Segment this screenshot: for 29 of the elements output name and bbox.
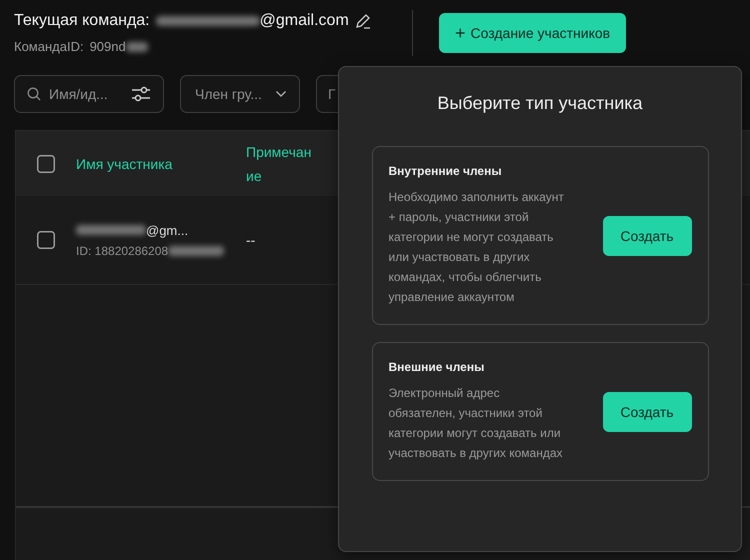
team-id: 909nd bbox=[90, 39, 126, 54]
member-id: ID: 18820286208 bbox=[76, 244, 168, 258]
member-email: @gm... bbox=[146, 222, 188, 238]
team-label: Текущая команда: bbox=[14, 12, 150, 30]
chevron-down-icon bbox=[275, 90, 287, 98]
dropdown[interactable]: Член гру... bbox=[180, 75, 300, 113]
blurred-text bbox=[126, 42, 148, 52]
create-button[interactable]: Создать bbox=[602, 392, 692, 432]
create-button[interactable]: Создать bbox=[602, 216, 692, 256]
create-members-button[interactable]: + Создание участников bbox=[439, 13, 626, 53]
table-cell-text: -- bbox=[246, 232, 256, 248]
edit-icon[interactable] bbox=[354, 13, 371, 29]
popup-title: Выберите тип участника bbox=[437, 93, 643, 114]
checkbox[interactable] bbox=[37, 231, 55, 249]
team-email: @gmail.com bbox=[260, 12, 349, 30]
column-header[interactable]: Примечание bbox=[246, 140, 318, 188]
option-description: Электронный адрес обязателен, участники этой категории могут создавать или участвовать в других командах bbox=[388, 385, 564, 462]
blurred-text bbox=[168, 246, 224, 256]
option-description: Необходимо заполнить аккаунт + пароль, участники этой категории не могут создавать или участвовать в других командах, чтобы облегчить управление аккаунтом bbox=[388, 189, 565, 306]
search-field[interactable]: Имя/ид... bbox=[14, 75, 164, 113]
blurred-text bbox=[76, 225, 146, 235]
search-icon bbox=[27, 87, 41, 101]
column-header[interactable]: Имя участника bbox=[76, 152, 246, 176]
dropdown[interactable]: Г bbox=[316, 75, 338, 113]
option-title: Внутренние члены bbox=[388, 164, 503, 178]
option-title: Внешние члены bbox=[388, 360, 486, 374]
team-id-label: КомандаID: bbox=[14, 39, 84, 54]
filter-sliders-icon[interactable] bbox=[131, 85, 151, 103]
checkbox[interactable] bbox=[37, 154, 55, 172]
